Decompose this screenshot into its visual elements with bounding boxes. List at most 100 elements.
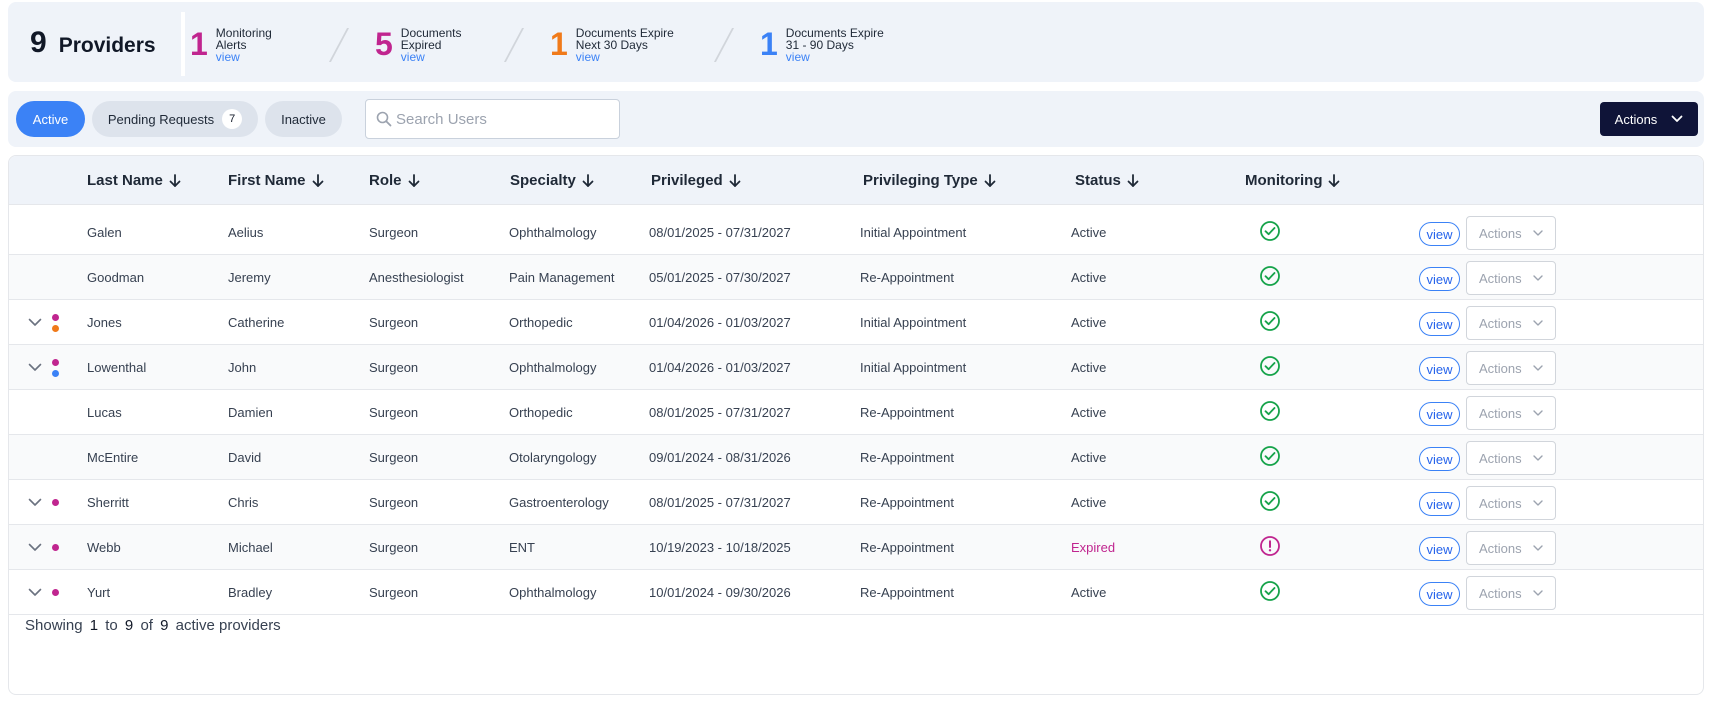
column-header-first-name[interactable]: First Name (228, 156, 324, 205)
row-view-button[interactable]: view (1419, 582, 1460, 606)
check-circle-icon (1260, 266, 1280, 286)
chevron-down-icon (1533, 274, 1543, 281)
role-cell: Anesthesiologist (369, 270, 464, 285)
row-actions-label: Actions (1479, 360, 1522, 376)
row-actions-dropdown[interactable]: Actions (1466, 396, 1556, 430)
first-name-cell: Chris (228, 495, 259, 510)
expand-row-button[interactable] (25, 582, 45, 602)
first-name-cell: John (228, 360, 257, 375)
chevron-down-icon (1533, 544, 1543, 551)
check-circle-icon (1260, 581, 1280, 601)
last-name-cell: Jones (87, 315, 122, 330)
actions-button[interactable]: Actions (1600, 102, 1698, 136)
chevron-down-icon (1533, 319, 1543, 326)
row-view-button[interactable]: view (1419, 267, 1460, 291)
column-header-monitoring[interactable]: Monitoring (1245, 156, 1340, 205)
privileging-type-cell: Re-Appointment (860, 540, 954, 555)
expand-row-button[interactable] (25, 312, 45, 332)
table-row: Webb Michael Surgeon ENT 10/19/2023 - 10/18/… (9, 525, 1703, 570)
last-name-cell: McEntire (87, 450, 139, 465)
row-actions-dropdown[interactable]: Actions (1466, 351, 1556, 385)
privileging-type-cell: Re-Appointment (860, 495, 954, 510)
row-view-button[interactable]: view (1419, 492, 1460, 516)
role-cell: Surgeon (369, 225, 419, 240)
specialty-cell: Pain Management (509, 270, 615, 285)
sort-arrow-icon (312, 173, 323, 187)
first-name-cell: Aelius (228, 225, 264, 240)
row-actions-dropdown[interactable]: Actions (1466, 441, 1556, 475)
last-name-cell: Yurt (87, 585, 111, 600)
alert-indicators (52, 480, 59, 525)
alert-dot (52, 499, 59, 506)
first-name-cell: Jeremy (228, 270, 271, 285)
expand-row-button[interactable] (25, 357, 45, 377)
footer-total: 9 (160, 617, 169, 634)
row-actions-dropdown[interactable]: Actions (1466, 261, 1556, 295)
row-actions-label: Actions (1479, 225, 1522, 241)
table-row: Yurt Bradley Surgeon Ophthalmology 10/01/202… (9, 570, 1703, 615)
row-actions-dropdown[interactable]: Actions (1466, 306, 1556, 340)
row-actions-dropdown[interactable]: Actions (1466, 531, 1556, 565)
tab-inactive[interactable]: Inactive (265, 101, 342, 137)
stat-number: 1 (760, 26, 778, 62)
specialty-cell: Orthopedic (509, 315, 573, 330)
alert-dot (52, 313, 59, 321)
row-actions-dropdown[interactable]: Actions (1466, 486, 1556, 520)
privileging-type-cell: Initial Appointment (860, 360, 967, 375)
table-row: Galen Aelius Surgeon Ophthalmology 08/01/202… (9, 210, 1703, 255)
chevron-down-icon (28, 318, 42, 326)
last-name-cell: Webb (87, 540, 121, 555)
footer-prefix: Showing (25, 617, 83, 634)
last-name-cell: Sherritt (87, 495, 129, 510)
row-view-button[interactable]: view (1419, 357, 1460, 381)
row-view-button[interactable]: view (1419, 447, 1460, 471)
status-cell: Active (1071, 405, 1107, 420)
check-circle-icon (1260, 491, 1280, 511)
row-actions-dropdown[interactable]: Actions (1466, 576, 1556, 610)
privileging-type-cell: Initial Appointment (860, 315, 967, 330)
summary-bar: 9 Providers 1 Monitoring Alerts view 5 D… (8, 2, 1704, 82)
row-view-button[interactable]: view (1419, 537, 1460, 561)
column-header-label: Privileging Type (863, 172, 978, 189)
stat-view-link[interactable]: view (576, 51, 674, 63)
stat-number: 5 (375, 26, 393, 62)
status-cell: Active (1071, 360, 1107, 375)
actions-label: Actions (1614, 111, 1658, 127)
role-cell: Surgeon (369, 315, 419, 330)
stat-view-link[interactable]: view (401, 51, 462, 63)
search-icon (376, 111, 392, 127)
alert-dot (52, 369, 59, 377)
specialty-cell: Gastroenterology (509, 495, 609, 510)
row-actions-label: Actions (1479, 540, 1522, 556)
stat-number: 1 (550, 26, 568, 62)
check-circle-icon (1260, 401, 1280, 421)
privileged-cell: 05/01/2025 - 07/30/2027 (649, 270, 791, 285)
expand-row-button[interactable] (25, 537, 45, 557)
expand-row-button[interactable] (25, 492, 45, 512)
row-view-button[interactable]: view (1419, 312, 1460, 336)
monitoring-ok-icon (1259, 220, 1283, 244)
privileging-type-cell: Initial Appointment (860, 225, 967, 240)
tab-active[interactable]: Active (16, 101, 85, 137)
column-header-last-name[interactable]: Last Name (87, 156, 181, 205)
row-view-button[interactable]: view (1419, 222, 1460, 246)
privileged-cell: 09/01/2024 - 08/31/2026 (649, 450, 791, 465)
role-cell: Surgeon (369, 450, 419, 465)
pending-count-badge: 7 (222, 109, 243, 129)
column-header-status[interactable]: Status (1075, 156, 1139, 205)
search-input[interactable] (396, 110, 596, 128)
stat-monitoring-alerts: 1 Monitoring Alerts view (190, 24, 272, 64)
row-view-button[interactable]: view (1419, 402, 1460, 426)
tab-pending-requests[interactable]: Pending Requests 7 (92, 101, 258, 137)
column-header-role[interactable]: Role (369, 156, 420, 205)
column-header-label: Status (1075, 172, 1121, 189)
row-actions-dropdown[interactable]: Actions (1466, 216, 1556, 250)
column-header-privileging-type[interactable]: Privileging Type (863, 156, 996, 205)
column-header-privileged[interactable]: Privileged (651, 156, 741, 205)
column-header-specialty[interactable]: Specialty (510, 156, 594, 205)
row-actions-label: Actions (1479, 585, 1522, 601)
stat-view-link[interactable]: view (786, 51, 884, 63)
status-cell: Active (1071, 315, 1107, 330)
summary-divider (181, 12, 185, 76)
stat-view-link[interactable]: view (216, 51, 272, 63)
